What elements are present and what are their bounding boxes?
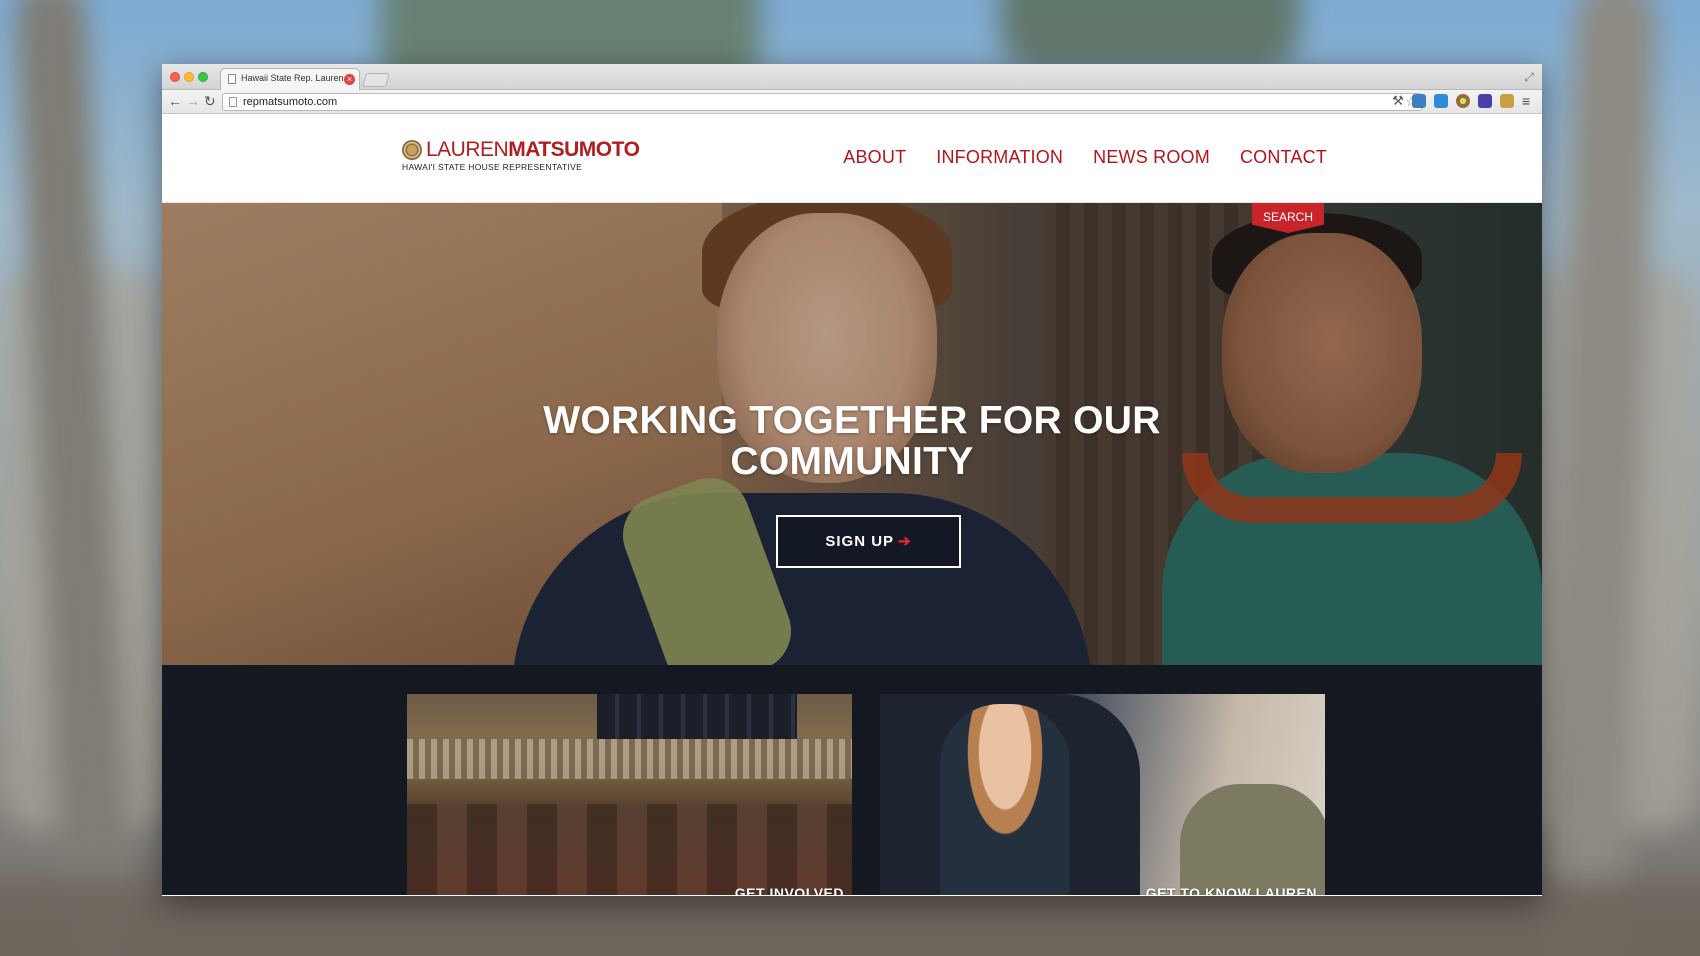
nav-information[interactable]: INFORMATION [936, 147, 1063, 168]
sign-up-label: SIGN UP [825, 533, 895, 550]
logo-tagline: HAWAI'I STATE HOUSE REPRESENTATIVE [402, 162, 583, 172]
close-window-button[interactable] [170, 72, 180, 82]
site-logo[interactable]: LAURENMATSUMOTO HAWAI'I STATE HOUSE REPR… [402, 138, 640, 178]
arrow-right-icon: ➔ [898, 533, 912, 550]
nav-news-room[interactable]: NEWS ROOM [1093, 147, 1210, 168]
fullscreen-icon[interactable]: ⤢ [1524, 70, 1534, 85]
background-foliage [1000, 0, 1300, 70]
nav-about[interactable]: ABOUT [843, 147, 906, 168]
state-seal-icon [402, 140, 422, 160]
logo-first-name: LAUREN [426, 138, 509, 161]
hero-headline-line1: WORKING TOGETHER FOR OUR [543, 399, 1161, 442]
address-bar[interactable]: repmatsumoto.com ☆ [222, 93, 1422, 111]
card-photo-lauren [940, 704, 1070, 895]
chrome-icon[interactable] [1456, 94, 1470, 108]
extension-2-icon[interactable] [1434, 94, 1448, 108]
feature-cards-section: GET INVOLVED GET TO KNOW LAUREN [162, 665, 1542, 895]
reload-icon[interactable]: ↻ [204, 93, 216, 109]
new-tab-button[interactable] [362, 73, 390, 87]
get-to-know-card[interactable]: GET TO KNOW LAUREN [880, 694, 1325, 895]
sign-up-button[interactable]: SIGN UP ➔ [776, 515, 961, 568]
extension-4-icon[interactable] [1478, 94, 1492, 108]
url-text: repmatsumoto.com [243, 96, 338, 108]
tab-title: Hawaii State Rep. Lauren M [241, 73, 354, 83]
card-photo-gallery [407, 739, 852, 779]
browser-tab[interactable]: Hawaii State Rep. Lauren M × [220, 68, 360, 90]
get-involved-card[interactable]: GET INVOLVED [407, 694, 852, 895]
back-arrow-icon[interactable]: ← [168, 93, 182, 109]
browser-window: Hawaii State Rep. Lauren M × ⤢ ← → ↻ rep… [162, 64, 1542, 896]
nav-contact[interactable]: CONTACT [1240, 147, 1327, 168]
browser-menu-icon[interactable]: ≡ [1522, 93, 1530, 109]
page-icon [229, 97, 237, 107]
extension-5-icon[interactable] [1500, 94, 1514, 108]
extension-1-icon[interactable] [1412, 94, 1426, 108]
card-label: GET TO KNOW LAUREN [1145, 885, 1317, 895]
zoom-window-button[interactable] [198, 72, 208, 82]
main-navigation: ABOUT INFORMATION NEWS ROOM CONTACT [843, 147, 1327, 168]
hero-headline-line2: COMMUNITY [730, 440, 974, 483]
card-photo-windows [597, 694, 797, 739]
hero-headline: WORKING TOGETHER FOR OUR COMMUNITY [162, 400, 1542, 482]
logo-last-name: MATSUMOTO [508, 138, 640, 161]
tab-bar: Hawaii State Rep. Lauren M × ⤢ [162, 64, 1542, 90]
browser-toolbar: ← → ↻ repmatsumoto.com ☆ ⚒ ≡ [162, 90, 1542, 114]
hero-banner: SEARCH WORKING TOGETHER FOR OUR COMMUNIT… [162, 203, 1542, 665]
tab-close-icon[interactable]: × [344, 74, 355, 85]
page-icon [228, 74, 236, 84]
wrench-icon[interactable]: ⚒ [1391, 94, 1405, 108]
card-label: GET INVOLVED [734, 885, 844, 895]
minimize-window-button[interactable] [184, 72, 194, 82]
card-photo-chamber-floor [407, 804, 852, 895]
forward-arrow-icon[interactable]: → [186, 93, 200, 109]
site-header: LAURENMATSUMOTO HAWAI'I STATE HOUSE REPR… [162, 114, 1542, 203]
card-photo-soldiers [1180, 784, 1325, 895]
logo-name: LAURENMATSUMOTO [426, 138, 640, 162]
